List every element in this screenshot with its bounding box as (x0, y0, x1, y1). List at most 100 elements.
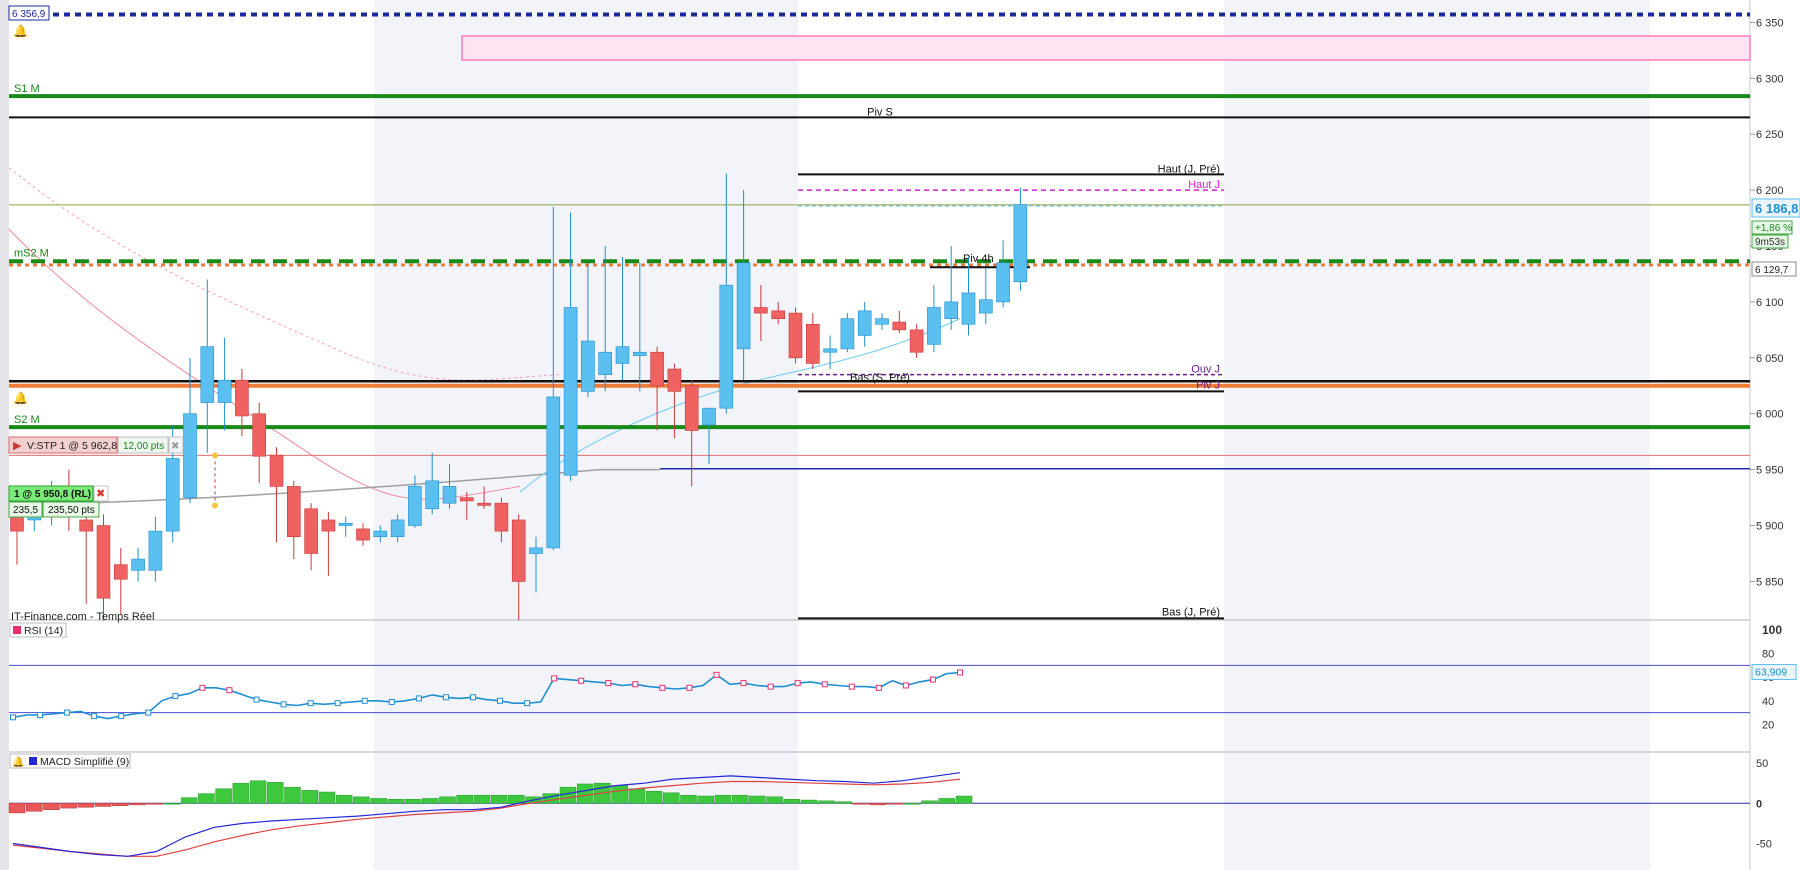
position-value: 235,5 (13, 505, 38, 516)
macd-tick-label: -50 (1756, 838, 1772, 850)
rsi-point (172, 693, 179, 700)
rsi-point (469, 694, 476, 701)
macd-hist-bar (8, 803, 26, 814)
macd-hist-bar (714, 794, 732, 804)
macd-hist-bar (490, 794, 508, 804)
macd-hist-bar (43, 803, 60, 810)
candle-up (857, 310, 872, 336)
level-label-bas-s-pre: Bas (S, Pré) (850, 372, 910, 384)
rsi-point (415, 695, 422, 702)
macd-hist-bar (645, 790, 663, 804)
macd-hist-bar (456, 794, 473, 804)
macd-hist-bar (129, 803, 146, 806)
band-shade-1 (374, 0, 798, 870)
rsi-point (713, 671, 720, 678)
rsi-color-icon (13, 626, 21, 634)
rsi-tick-label: 40 (1762, 696, 1774, 708)
candle-up (581, 340, 595, 392)
level-label-s1m: S1 M (14, 83, 40, 95)
rsi-point (37, 711, 44, 718)
macd-hist-bar (955, 795, 973, 804)
macd-title: MACD Simplifié (9) (40, 756, 129, 768)
macd-hist-bar (249, 780, 267, 804)
source-label: IT-Finance.com - Temps Réel (11, 611, 154, 623)
macd-hist-bar (697, 795, 714, 804)
price-tick-label: 6 100 (1756, 297, 1784, 309)
stop-order-widget[interactable]: V:STP 1 @ 5 962,8 ▶ 12,00 pts ✖ (8, 436, 184, 454)
price-tick-label: 5 900 (1756, 521, 1784, 533)
macd-hist-bar (421, 798, 439, 804)
candle-up (1013, 204, 1028, 283)
rsi-point (957, 669, 963, 676)
change-label: +1,86 % (1755, 223, 1792, 234)
trading-chart[interactable]: 5 8505 9005 9506 0006 0506 1006 1506 200… (0, 0, 1800, 870)
rsi-title: RSI (14) (24, 625, 63, 637)
price-tick-label: 6 000 (1756, 409, 1784, 421)
candle-down (684, 385, 699, 431)
macd-hist-bar (783, 798, 801, 804)
candle-down (754, 307, 768, 314)
rsi-point (794, 680, 801, 687)
macd-hist-bar (353, 796, 370, 804)
candle-down (892, 321, 907, 331)
macd-hist-bar (800, 799, 818, 804)
level-label-piv-s: Piv S (867, 106, 893, 118)
price-tick-label: 6 250 (1756, 129, 1784, 141)
position-close-icon: ✖ (96, 488, 105, 500)
macd-hist-bar (267, 782, 284, 804)
macd-color-icon (29, 757, 37, 765)
macd-hist-bar (215, 788, 232, 804)
candle-up (425, 480, 440, 510)
candle-up (373, 530, 388, 538)
macd-hist-bar (921, 800, 938, 804)
rsi-point (902, 682, 909, 689)
position-widget[interactable]: 1 @ 5 950,8 (RL) ✖ 235,5 235,50 pts (8, 485, 109, 518)
rsi-point (442, 694, 449, 701)
candle-down (304, 508, 318, 554)
macd-hist-bar (94, 803, 112, 807)
level-label-haut-j-pre: Haut (J, Pré) (1158, 163, 1220, 175)
candle-up (200, 346, 215, 403)
rsi-point (659, 684, 666, 691)
macd-hist-bar (232, 782, 250, 804)
candle-up (978, 299, 993, 314)
rsi-point (848, 683, 855, 690)
macd-tick-label: 50 (1756, 758, 1768, 770)
macd-hist-bar (198, 793, 215, 804)
macd-bell-icon[interactable]: 🔔 (12, 756, 24, 768)
order-connector-top-dot (212, 452, 218, 459)
rsi-point (551, 675, 558, 682)
macd-hist-bar (112, 803, 129, 806)
macd-hist-bar (77, 803, 95, 808)
candle-up (408, 486, 422, 526)
rsi-tick-label: 80 (1762, 649, 1774, 661)
bell-icon-top[interactable]: 🔔 (13, 24, 28, 38)
macd-hist-bar (370, 798, 387, 804)
rsi-point (280, 701, 287, 708)
candle-down (235, 379, 249, 417)
bell-icon-s2[interactable]: 🔔 (13, 391, 28, 405)
left-toolbar[interactable] (0, 0, 9, 870)
macd-hist-bar (680, 794, 697, 804)
macd-hist-bar (818, 800, 835, 804)
candle-down (771, 310, 786, 319)
resistance-zone[interactable] (461, 35, 1751, 61)
macd-hist-bar (25, 803, 43, 812)
rsi-tick-label: 100 (1762, 623, 1782, 637)
candle-down (805, 323, 820, 364)
rsi-point (497, 697, 504, 704)
candle-up (632, 351, 647, 356)
candle-up (961, 292, 976, 325)
macd-hist-bar (387, 798, 405, 804)
candle-down (788, 312, 803, 359)
rsi-point (632, 681, 639, 688)
rsi-point (361, 697, 368, 704)
candle-up (875, 318, 889, 325)
macd-hist-bar (559, 786, 577, 804)
candle-down (96, 525, 111, 599)
macd-hist-bar (938, 798, 956, 804)
level-label-piv-4h: Piv 4h (963, 253, 994, 265)
rsi-point (875, 684, 882, 691)
macd-hist-bar (886, 803, 904, 805)
candle-up (390, 519, 405, 538)
